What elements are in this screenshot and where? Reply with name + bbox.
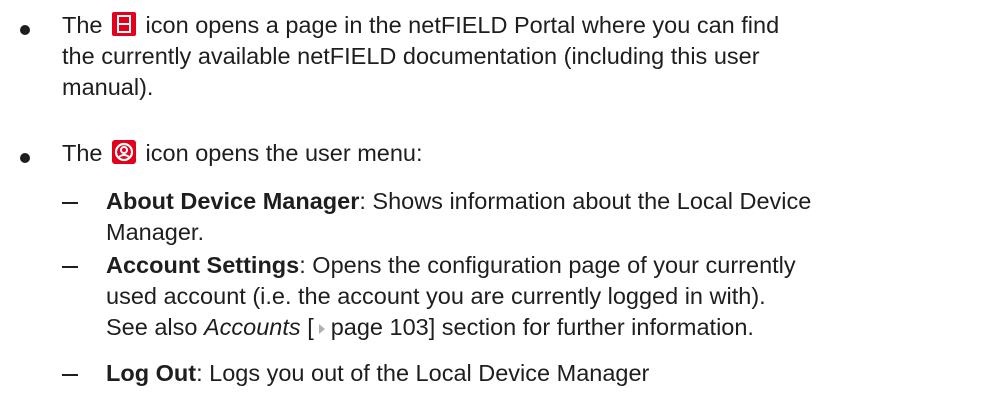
item-text: icon opens a page in the netFIELD Portal… [139,12,780,38]
sub-line: Manager. [106,219,204,245]
sub-line: See also Accounts [ page 103] section for… [106,312,986,343]
item-line: The icon opens a page in the netFIELD Po… [62,10,982,41]
item-text: icon opens the user menu: [139,140,423,166]
sub-line: About Device Manager: Shows information … [106,186,986,217]
bullet-marker [20,153,30,163]
sub-item-term: Account Settings [106,252,300,278]
item-prefix: The [62,140,110,166]
documentation-icon[interactable] [112,12,137,36]
sub-line: Account Settings: Opens the configuratio… [106,250,986,281]
see-prefix: See also [106,314,204,340]
page-ref[interactable]: page 103] [331,314,436,340]
user-icon[interactable] [112,140,137,164]
item-line: the currently available netFIELD documen… [62,43,760,69]
item-line: manual). [62,74,154,100]
sub-item-desc: : Opens the configuration page of your c… [299,252,796,278]
accounts-link[interactable]: Accounts [204,314,301,340]
item-line: The icon opens the user menu: [62,138,982,169]
see-suffix: section for further information. [435,314,754,340]
dash-marker [62,374,78,376]
sub-item-term: About Device Manager [106,188,360,214]
sub-item-account-settings: Account Settings: Opens the configuratio… [106,250,986,343]
sub-item-desc: : Logs you out of the Local Device Manag… [196,360,650,386]
sub-item-about: About Device Manager: Shows information … [106,186,986,248]
dash-marker [62,266,78,268]
dash-marker [62,202,78,204]
document-page: The icon opens a page in the netFIELD Po… [0,0,998,398]
list-item-user-menu: The icon opens the user menu: [62,138,982,169]
sub-item-term: Log Out [106,360,197,386]
bullet-marker [20,25,30,35]
sub-item-desc: : Shows information about the Local Devi… [359,188,812,214]
sub-line: used account (i.e. the account you are c… [106,283,766,309]
item-prefix: The [62,12,110,38]
sub-line: Log Out: Logs you out of the Local Devic… [106,358,986,389]
page-ref-arrow-icon[interactable] [316,313,328,334]
list-item-documentation: The icon opens a page in the netFIELD Po… [62,10,982,103]
sub-item-logout: Log Out: Logs you out of the Local Devic… [106,358,986,389]
ref-bracket: [ [307,314,314,340]
